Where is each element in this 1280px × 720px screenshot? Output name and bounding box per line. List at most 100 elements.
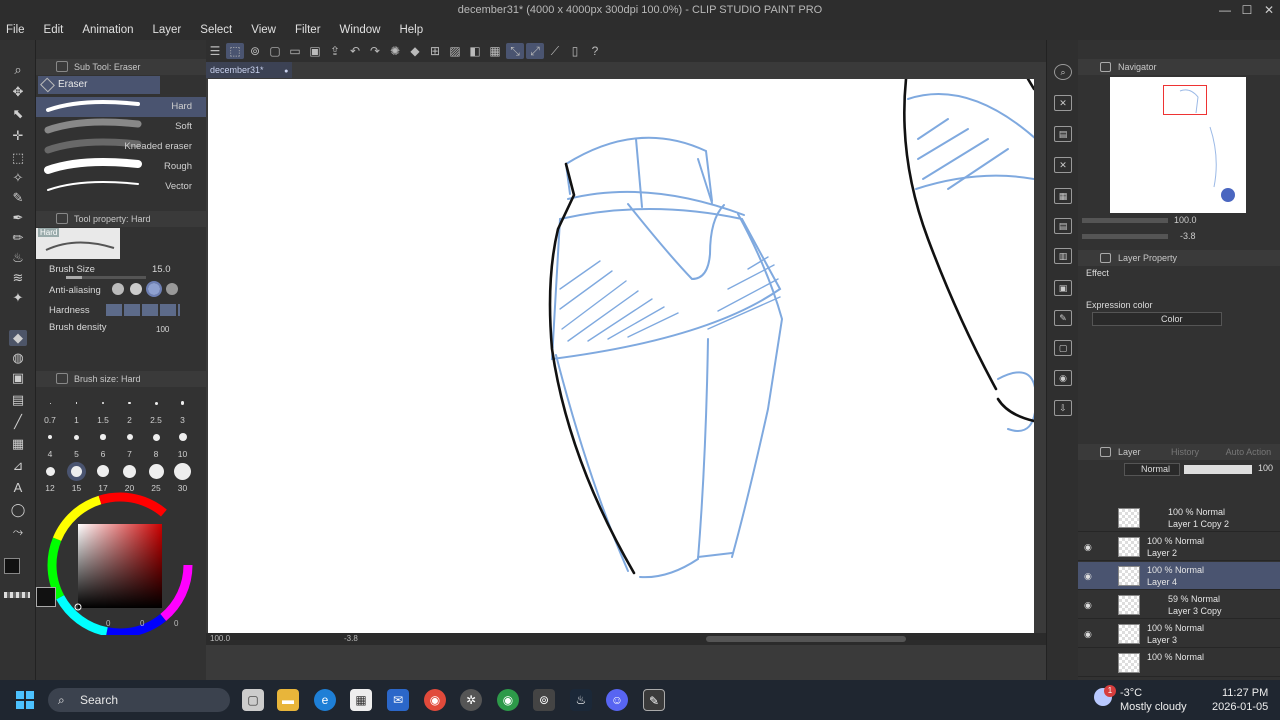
loading-icon[interactable]: ✺ [386, 43, 404, 59]
eye-icon[interactable]: ◉ [1084, 629, 1094, 639]
crop-icon[interactable]: ▦ [486, 43, 504, 59]
tab-close-dot[interactable]: ● [284, 68, 288, 75]
save-icon[interactable]: ▣ [306, 43, 324, 59]
brush-size-dot[interactable] [49, 402, 51, 404]
taskbar-search[interactable]: ⌕ Search [48, 688, 230, 712]
main-color-swatch[interactable] [4, 558, 20, 574]
store-icon[interactable]: ▦ [350, 689, 372, 711]
menu-icon[interactable]: ☰ [206, 43, 224, 59]
windows-start-icon[interactable] [16, 691, 34, 709]
brush-size-dot[interactable] [71, 465, 82, 477]
menu-edit[interactable]: Edit [44, 24, 64, 36]
menu-layer[interactable]: Layer [153, 24, 182, 36]
pen-icon[interactable]: ✒ [9, 210, 27, 226]
minimize-button[interactable]: — [1214, 0, 1236, 20]
horizontal-scrollbar[interactable] [706, 636, 906, 642]
task-view-icon[interactable]: ▢ [242, 689, 264, 711]
blend-icon[interactable]: ◍ [9, 350, 27, 366]
antialias-none[interactable] [112, 283, 124, 295]
layer-row[interactable]: ◉ 100 % Normal Layer 3 [1078, 620, 1280, 648]
clock-date[interactable]: 2026-01-05 [1212, 701, 1268, 713]
menu-animation[interactable]: Animation [82, 24, 133, 36]
tab-auto-action[interactable]: Auto Action [1226, 447, 1272, 457]
brush-rough[interactable]: Rough [36, 157, 206, 177]
selection-icon[interactable]: ⬚ [9, 150, 27, 166]
brush-size-dot[interactable] [128, 401, 131, 405]
brush-size-dot[interactable] [152, 433, 160, 441]
clip-paint-active-icon[interactable]: ✎ [643, 689, 665, 711]
nav-zoom-slider[interactable] [1082, 218, 1168, 223]
clock-time[interactable]: 11:27 PM [1222, 687, 1268, 699]
move-icon[interactable]: ✥ [9, 84, 27, 100]
layer-row[interactable]: ◉ 100 % Normal Layer 2 [1078, 533, 1280, 561]
menu-window[interactable]: Window [340, 24, 381, 36]
navigator-zoom-icon[interactable]: ⌕ [1054, 64, 1072, 80]
blend-mode-select[interactable]: Normal [1124, 463, 1180, 476]
openai-icon[interactable]: ✲ [460, 689, 482, 711]
decoration-icon[interactable]: ✦ [9, 290, 27, 306]
frame-icon[interactable]: ▦ [9, 436, 27, 452]
color-main-swatch[interactable] [36, 587, 56, 607]
undo-icon[interactable]: ↶ [346, 43, 364, 59]
steam-icon[interactable]: ♨ [570, 689, 592, 711]
eye-icon[interactable] [1084, 513, 1094, 521]
menu-file[interactable]: File [6, 24, 25, 36]
navigator-viewport-frame[interactable] [1163, 85, 1207, 115]
companion-icon[interactable]: ▯ [566, 43, 584, 59]
brush-size-slider[interactable] [66, 276, 146, 279]
brush-size-dot[interactable] [74, 434, 79, 440]
brush-size-dot[interactable] [180, 401, 185, 405]
layer-row[interactable]: ◉ 59 % Normal Layer 3 Copy [1078, 591, 1280, 619]
menu-view[interactable]: View [251, 24, 276, 36]
layer-row[interactable]: 100 % Normal [1078, 649, 1280, 677]
layer-select-icon[interactable]: ⬚ [226, 43, 244, 59]
brush-size-dot[interactable] [148, 463, 164, 479]
tab-layer[interactable]: Layer [1118, 447, 1141, 457]
brush-size-dot[interactable] [75, 402, 78, 404]
drawing-canvas[interactable] [208, 79, 1034, 633]
nav-rotate-slider[interactable] [1082, 234, 1168, 239]
timeline-icon[interactable]: ▦ [1054, 188, 1072, 204]
correct-line-icon[interactable]: ⤳ [9, 524, 27, 540]
deselect-icon[interactable]: ◧ [466, 43, 484, 59]
edge-icon[interactable]: e [314, 689, 336, 711]
antialias-weak[interactable] [130, 283, 142, 295]
camera-icon[interactable]: ◉ [1054, 370, 1072, 386]
remove-icon[interactable]: ✕ [1054, 157, 1072, 173]
opacity-value[interactable]: 100 [1258, 463, 1273, 473]
download-icon[interactable]: ⇩ [1054, 400, 1072, 416]
brush-kneaded[interactable]: Kneaded eraser [36, 137, 206, 157]
airbrush-icon[interactable]: ≋ [9, 270, 27, 286]
density-value[interactable]: 100 [156, 325, 169, 334]
history-icon[interactable]: ▢ [1054, 340, 1072, 356]
clear-icon[interactable]: ▨ [446, 43, 464, 59]
brush-soft[interactable]: Soft [36, 117, 206, 137]
eye-icon[interactable]: ◉ [1084, 571, 1094, 581]
opacity-slider[interactable] [1184, 465, 1252, 474]
brush-icon[interactable]: ♨ [9, 250, 27, 266]
antialias-options[interactable] [112, 281, 184, 297]
layer-search-icon[interactable]: ▤ [1054, 126, 1072, 142]
animation-icon[interactable]: ▥ [1054, 248, 1072, 264]
document-tab[interactable]: december31* ● [206, 62, 292, 78]
color-wheel[interactable] [36, 487, 206, 638]
balloon-icon[interactable]: ◯ [9, 502, 27, 518]
navigator-preview[interactable] [1110, 77, 1246, 213]
operation-icon[interactable]: ⬉ [9, 106, 27, 122]
reference-icon[interactable]: ⊚ [246, 43, 264, 59]
open-icon[interactable]: ▭ [286, 43, 304, 59]
eyedropper-icon[interactable]: ✎ [9, 190, 27, 206]
brush-size-dot[interactable] [178, 433, 187, 441]
discord-icon[interactable]: ☺ [606, 689, 628, 711]
brush-size-dot[interactable] [100, 434, 106, 440]
snap-ruler-icon[interactable]: ⤡ [506, 43, 524, 59]
clip-studio-icon[interactable]: ⊚ [533, 689, 555, 711]
brush-size-dot[interactable] [126, 434, 133, 440]
export-icon[interactable]: ⇪ [326, 43, 344, 59]
layer-row[interactable]: 100 % Normal Layer 1 Copy 2 [1078, 504, 1280, 532]
brush-size-dot[interactable] [102, 402, 104, 404]
eye-icon[interactable]: ◉ [1084, 542, 1094, 552]
help-icon[interactable]: ? [586, 43, 604, 59]
edit-icon[interactable]: ✎ [1054, 310, 1072, 326]
new-icon[interactable]: ▢ [266, 43, 284, 59]
